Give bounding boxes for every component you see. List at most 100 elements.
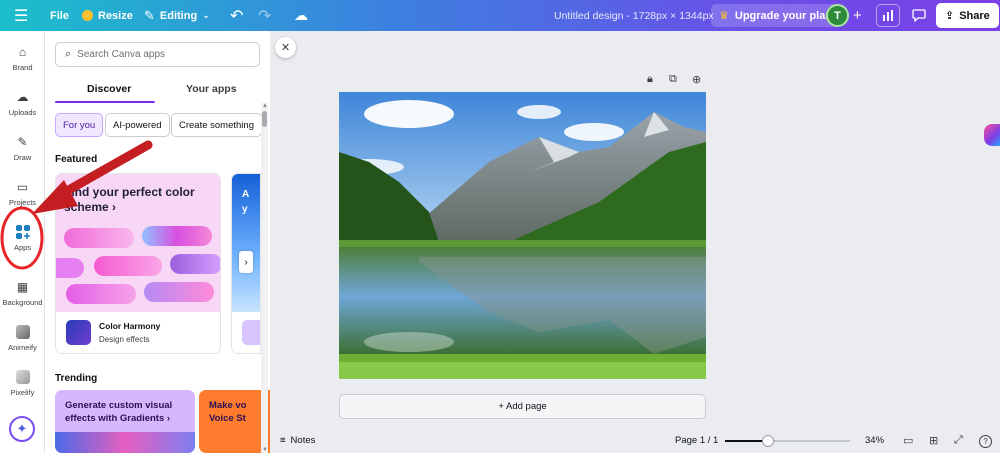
upgrade-label: Upgrade your plan (734, 9, 833, 22)
add-collaborator-icon[interactable]: + (853, 0, 862, 31)
canva-assistant-icon[interactable] (984, 124, 1000, 146)
rail-item-pixelify[interactable]: Pixelify (0, 370, 45, 397)
color-swatch (170, 254, 220, 274)
insights-icon[interactable] (876, 4, 900, 27)
rail-label: Projects (8, 198, 37, 207)
rail-item-animeify[interactable]: Animeify (0, 325, 45, 352)
comment-icon[interactable] (907, 4, 931, 27)
color-swatch (94, 256, 162, 276)
editing-label: Editing (159, 9, 198, 22)
share-icon: ⇪ (945, 10, 955, 22)
search-placeholder: Search Canva apps (77, 49, 166, 60)
rail-item-draw[interactable]: ✎ Draw (0, 135, 45, 162)
background-icon: ▦ (16, 280, 29, 294)
scroll-up-icon[interactable]: ▲ (262, 103, 268, 109)
file-menu-button[interactable]: File (50, 0, 69, 31)
filter-chip-ai-powered[interactable]: AI-powered (105, 113, 170, 137)
editing-mode-button[interactable]: ✎ Editing ⌄ (144, 0, 210, 31)
notes-label: Notes (290, 435, 316, 446)
tab-discover[interactable]: Discover (87, 83, 131, 95)
left-rail: ⌂ Brand ☁ Uploads ✎ Draw ▭ Projects Apps… (0, 31, 45, 453)
color-swatch (66, 284, 136, 304)
projects-icon: ▭ (16, 180, 29, 194)
redo-icon[interactable]: ↷ (258, 0, 271, 31)
rail-item-uploads[interactable]: ☁ Uploads (0, 90, 45, 117)
duplicate-page-icon[interactable]: ⧉ (669, 73, 677, 86)
notes-button[interactable]: ≡ Notes (280, 435, 315, 446)
draw-icon: ✎ (17, 135, 28, 149)
rail-item-apps[interactable]: Apps (0, 225, 45, 252)
rail-label: Animeify (8, 343, 37, 352)
notes-icon: ≡ (280, 435, 286, 446)
lock-icon[interactable]: 🔒︎ (647, 73, 653, 86)
rail-label: Draw (13, 153, 32, 162)
avatar[interactable]: T (826, 4, 849, 27)
undo-icon[interactable]: ↶ (230, 0, 243, 31)
featured-app-subtitle: Design effects (99, 335, 150, 344)
rail-label: Pixelify (10, 388, 35, 397)
rail-item-projects[interactable]: ▭ Projects (0, 180, 45, 207)
apps-icon (15, 225, 30, 239)
page-view-icon[interactable]: ▭ (903, 434, 913, 447)
featured-card-title: Find your perfect color scheme › (64, 185, 195, 214)
magic-sparkle-icon[interactable]: ✦ (9, 416, 35, 442)
rail-label: Apps (13, 243, 32, 252)
rail-item-background[interactable]: ▦ Background (0, 280, 45, 307)
color-harmony-app-icon (66, 320, 91, 345)
tab-your-apps[interactable]: Your apps (186, 83, 237, 95)
featured-app-card[interactable]: Find your perfect color scheme › Color H… (55, 173, 221, 354)
rail-label: Background (2, 298, 43, 307)
uploads-icon: ☁ (16, 90, 29, 104)
color-swatch (142, 226, 212, 246)
panel-scrollbar[interactable]: ▲ ▼ (261, 103, 268, 453)
share-button[interactable]: ⇪ Share (936, 3, 999, 28)
crown-icon (82, 10, 93, 21)
filter-chip-for-you[interactable]: For you (55, 113, 104, 137)
animeify-icon (15, 325, 30, 339)
pencil-icon: ✎ (144, 7, 155, 23)
search-input[interactable]: ⌕ Search Canva apps (55, 42, 260, 67)
featured-heading: Featured (55, 154, 98, 165)
filter-chip-create-something[interactable]: Create something (171, 113, 262, 137)
trending-card-image (55, 432, 195, 453)
grid-view-icon[interactable]: ⊞ (929, 434, 938, 447)
pixelify-icon (15, 370, 30, 384)
color-swatch (56, 258, 84, 278)
trending-app-card[interactable]: Generate custom visual effects with Grad… (55, 390, 195, 453)
page-indicator[interactable]: Page 1 / 1 (675, 435, 718, 446)
zoom-level[interactable]: 34% (865, 435, 884, 446)
zoom-slider[interactable] (725, 435, 850, 447)
document-title[interactable]: Untitled design - 1728px × 1344px (554, 0, 714, 31)
rail-item-brand[interactable]: ⌂ Brand (0, 45, 45, 72)
mountain-lake-photo (339, 92, 706, 379)
share-label: Share (959, 9, 990, 22)
featured-app-name: Color Harmony (99, 321, 161, 331)
add-page-icon[interactable]: ⊕ (692, 73, 701, 86)
trending-heading: Trending (55, 373, 98, 384)
search-icon: ⌕ (65, 48, 72, 60)
top-bar: ☰ File Resize ✎ Editing ⌄ ↶ ↷ ☁ Untitled… (0, 0, 1000, 31)
color-swatch (64, 228, 134, 248)
trending-card-title: Generate custom visual effects with Grad… (65, 400, 173, 424)
active-tab-indicator (55, 101, 155, 103)
upgrade-plan-button[interactable]: ♛ Upgrade your plan (711, 4, 843, 27)
close-panel-icon[interactable]: ✕ (275, 37, 296, 58)
cloud-save-icon[interactable]: ☁ (294, 0, 308, 31)
crown-icon: ♛ (719, 10, 729, 22)
resize-button[interactable]: Resize (82, 0, 133, 31)
zoom-slider-handle[interactable] (761, 435, 774, 447)
trending-app-card-2[interactable]: Make vo Voice St (199, 390, 270, 453)
featured-card-image: A y (232, 174, 260, 312)
featured-card-image: Find your perfect color scheme › (56, 174, 220, 312)
scroll-thumb[interactable] (262, 111, 267, 127)
menu-icon[interactable]: ☰ (14, 0, 28, 31)
featured-card-title: A y (242, 189, 250, 215)
app-icon (242, 320, 260, 345)
color-swatch (144, 282, 214, 302)
design-canvas-image[interactable] (339, 92, 706, 379)
scroll-down-icon[interactable]: ▼ (262, 447, 268, 453)
help-icon[interactable]: ? (979, 435, 992, 448)
fullscreen-icon[interactable]: ⤢ (954, 434, 963, 447)
chevron-right-icon[interactable]: › (239, 251, 253, 273)
add-page-button[interactable]: + Add page (339, 394, 706, 419)
